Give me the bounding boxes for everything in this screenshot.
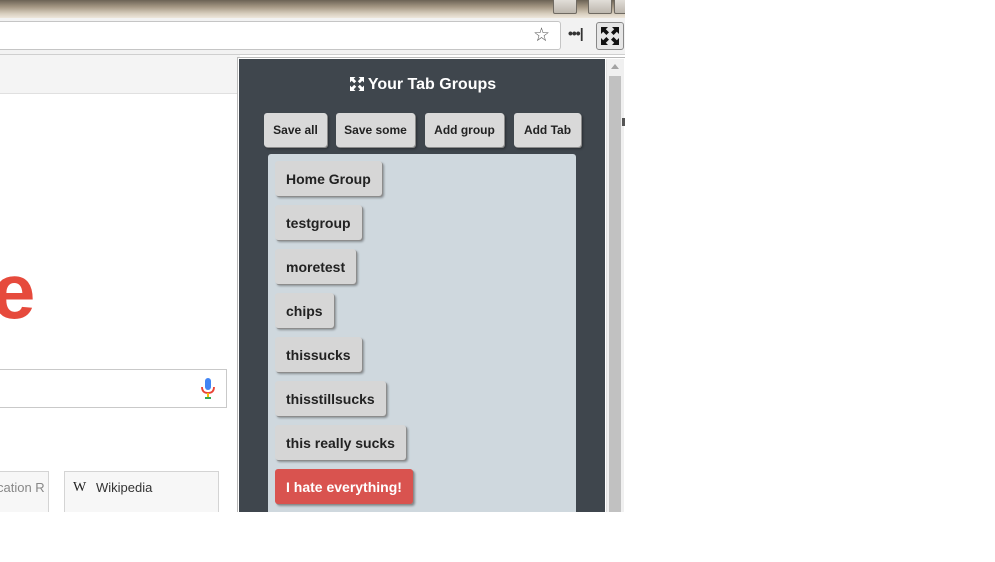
search-input[interactable] (0, 369, 227, 408)
profile-button[interactable] (553, 0, 577, 14)
group-button-thissucks[interactable]: thissucks (275, 337, 362, 372)
window-edge (622, 118, 625, 126)
search-engine-logo: e (0, 247, 36, 335)
group-button-this-really-sucks[interactable]: this really sucks (275, 425, 406, 460)
add-group-button[interactable]: Add group (425, 113, 504, 147)
nav-toolbar: ☆ •••| (0, 18, 625, 55)
tab-groups-popup: Your Tab Groups Save all Save some Add g… (237, 57, 625, 512)
group-button-moretest[interactable]: moretest (275, 249, 357, 284)
overflow-menu-icon[interactable]: •••| (568, 25, 584, 41)
microphone-icon[interactable] (201, 378, 215, 400)
group-button-i-hate-everything[interactable]: I hate everything! (275, 469, 413, 504)
wikipedia-icon: W (73, 480, 87, 495)
window-title-strip (0, 0, 625, 18)
restore-button[interactable] (614, 0, 625, 14)
save-all-button[interactable]: Save all (264, 113, 327, 147)
minimize-button[interactable] (588, 0, 612, 14)
expand-arrows-icon (601, 27, 619, 45)
scroll-up-arrow-icon[interactable] (611, 64, 619, 69)
group-button-thisstillsucks[interactable]: thisstillsucks (275, 381, 386, 416)
page-header-strip (0, 55, 240, 94)
popup-body: Your Tab Groups Save all Save some Add g… (239, 59, 605, 512)
tile-label: Wikipedia (96, 480, 153, 495)
browser-window: ☆ •••| e cation R W Wikipedia Your Tab G… (0, 0, 625, 512)
address-bar[interactable]: ☆ (0, 21, 561, 50)
group-button-testgroup[interactable]: testgroup (275, 205, 362, 240)
group-list: Home Group testgroup moretest chips this… (268, 154, 576, 512)
top-site-tile[interactable]: cation R (0, 471, 49, 512)
tab-groups-extension-button[interactable] (596, 22, 624, 50)
save-some-button[interactable]: Save some (336, 113, 415, 147)
popup-title-text: Your Tab Groups (367, 76, 497, 93)
star-icon[interactable]: ☆ (533, 26, 550, 45)
popup-scrollbar[interactable] (606, 59, 624, 512)
add-tab-button[interactable]: Add Tab (514, 113, 581, 147)
group-button-home-group[interactable]: Home Group (275, 161, 382, 196)
scrollbar-thumb[interactable] (609, 76, 621, 512)
popup-title: Your Tab Groups (239, 76, 607, 94)
tile-label: cation R (0, 480, 45, 495)
top-site-tile-wikipedia[interactable]: W Wikipedia (64, 471, 219, 512)
expand-arrows-icon (349, 77, 364, 91)
group-button-chips[interactable]: chips (275, 293, 334, 328)
